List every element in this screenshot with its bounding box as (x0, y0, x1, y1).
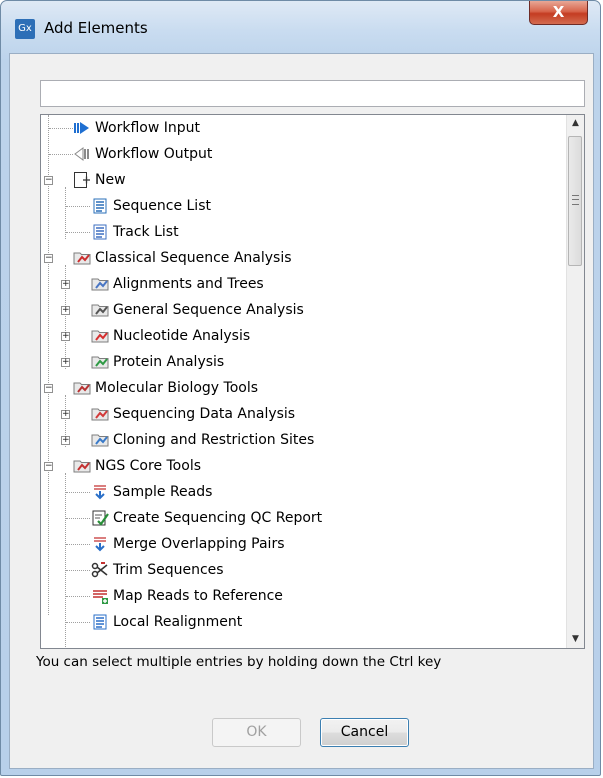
qc-report-icon (91, 509, 109, 527)
tree-item-label: Protein Analysis (113, 354, 225, 370)
expand-icon[interactable]: + (61, 332, 70, 341)
map-reads-icon (91, 587, 109, 605)
workflow-output-icon (73, 145, 91, 163)
tree-item-label: Track List (113, 224, 179, 240)
tree-item-label: Cloning and Restriction Sites (113, 432, 315, 448)
tree-item[interactable]: Map Reads to Reference (41, 583, 566, 609)
tree-connector (66, 492, 90, 493)
cancel-button[interactable]: Cancel (320, 718, 409, 747)
sequence-list-icon (91, 197, 109, 215)
tree-item[interactable]: − Molecular Biology Tools (41, 375, 566, 401)
tree-item[interactable]: Create Sequencing QC Report (41, 505, 566, 531)
merge-pairs-icon (91, 535, 109, 553)
tree-item-label: Nucleotide Analysis (113, 328, 251, 344)
protein-folder-icon (91, 353, 109, 371)
add-elements-dialog: Gx Add Elements X Workflow Input Workflow… (0, 0, 601, 776)
nucleotide-folder-icon (91, 327, 109, 345)
dialog-body: Workflow Input Workflow Output − New Sequenc… (9, 53, 594, 769)
tree-connector (66, 232, 90, 233)
tree-connector (66, 544, 90, 545)
tree-item[interactable]: Trim Sequences (41, 557, 566, 583)
classical-analysis-folder-icon (73, 249, 91, 267)
tree-item[interactable]: + General Sequence Analysis (41, 297, 566, 323)
collapse-icon[interactable]: − (44, 254, 53, 263)
close-button[interactable]: X (529, 1, 588, 25)
tree-connector (49, 154, 73, 155)
tree-connector (66, 622, 90, 623)
tree-connector (66, 206, 90, 207)
close-icon: X (552, 3, 565, 21)
tree-item-label: Workflow Input (95, 120, 200, 136)
tree-item[interactable]: + Alignments and Trees (41, 271, 566, 297)
tree-item-label: Sequence List (113, 198, 211, 214)
app-logo-icon: Gx (15, 19, 35, 39)
tree-item[interactable]: + Protein Analysis (41, 349, 566, 375)
tree-item-label: Alignments and Trees (113, 276, 264, 292)
collapse-icon[interactable]: − (44, 462, 53, 471)
tree-item-label: General Sequence Analysis (113, 302, 304, 318)
molecular-tools-folder-icon (73, 379, 91, 397)
tree-item[interactable]: + Sequencing Data Analysis (41, 401, 566, 427)
alignments-folder-icon (91, 275, 109, 293)
workflow-input-icon (73, 119, 91, 137)
tree-item[interactable]: Sequence List (41, 193, 566, 219)
tree-item-label: NGS Core Tools (95, 458, 201, 474)
tree-item-label: Classical Sequence Analysis (95, 250, 292, 266)
ok-button[interactable]: OK (212, 718, 301, 747)
tree-item[interactable]: + Cloning and Restriction Sites (41, 427, 566, 453)
tree-item[interactable]: Merge Overlapping Pairs (41, 531, 566, 557)
tree-item-label: Sample Reads (113, 484, 213, 500)
elements-tree[interactable]: Workflow Input Workflow Output − New Sequenc… (40, 114, 585, 649)
tree-item[interactable]: − Classical Sequence Analysis (41, 245, 566, 271)
tree-connector (66, 570, 90, 571)
tree-item-label: Map Reads to Reference (113, 588, 283, 604)
tree-item-label: Workflow Output (95, 146, 213, 162)
tree-item[interactable]: Track List (41, 219, 566, 245)
new-folder-icon (73, 171, 91, 189)
sample-reads-icon (91, 483, 109, 501)
tree-item-label: Molecular Biology Tools (95, 380, 259, 396)
tree-connector (66, 596, 90, 597)
expand-icon[interactable]: + (61, 280, 70, 289)
expand-icon[interactable]: + (61, 358, 70, 367)
tree-item-label: Local Realignment (113, 614, 243, 630)
tree-item[interactable]: Workflow Input (41, 115, 566, 141)
tree-item[interactable]: Workflow Output (41, 141, 566, 167)
scroll-down-icon[interactable]: ▼ (567, 631, 584, 648)
tree-item[interactable]: − NGS Core Tools (41, 453, 566, 479)
tree-scrollbar[interactable]: ▲ ▼ (566, 115, 584, 648)
tree-item-label: Sequencing Data Analysis (113, 406, 296, 422)
title-bar[interactable]: Gx Add Elements X (1, 1, 600, 45)
tree-item[interactable]: Local Realignment (41, 609, 566, 635)
ngs-folder-icon (73, 457, 91, 475)
collapse-icon[interactable]: − (44, 384, 53, 393)
collapse-icon[interactable]: − (44, 176, 53, 185)
expand-icon[interactable]: + (61, 306, 70, 315)
tree-item-label: New (95, 172, 126, 188)
expand-icon[interactable]: + (61, 436, 70, 445)
scroll-up-icon[interactable]: ▲ (567, 115, 584, 132)
dialog-title: Add Elements (44, 19, 148, 37)
tree-item[interactable]: + Nucleotide Analysis (41, 323, 566, 349)
sequencing-data-folder-icon (91, 405, 109, 423)
tree-connector (66, 518, 90, 519)
tree-item-label: Merge Overlapping Pairs (113, 536, 285, 552)
scroll-thumb[interactable] (568, 136, 582, 266)
tree-item-label: Trim Sequences (113, 562, 224, 578)
tree-item[interactable]: − New (41, 167, 566, 193)
tree-item[interactable]: Sample Reads (41, 479, 566, 505)
general-analysis-folder-icon (91, 301, 109, 319)
local-realignment-icon (91, 613, 109, 631)
grip-icon (572, 195, 579, 205)
track-list-icon (91, 223, 109, 241)
cloning-folder-icon (91, 431, 109, 449)
tree-connector (49, 128, 73, 129)
trim-sequences-icon (91, 561, 109, 579)
multi-select-hint: You can select multiple entries by holdi… (36, 654, 442, 670)
tree-item-label: Create Sequencing QC Report (113, 510, 323, 526)
expand-icon[interactable]: + (61, 410, 70, 419)
search-input[interactable] (40, 80, 585, 107)
